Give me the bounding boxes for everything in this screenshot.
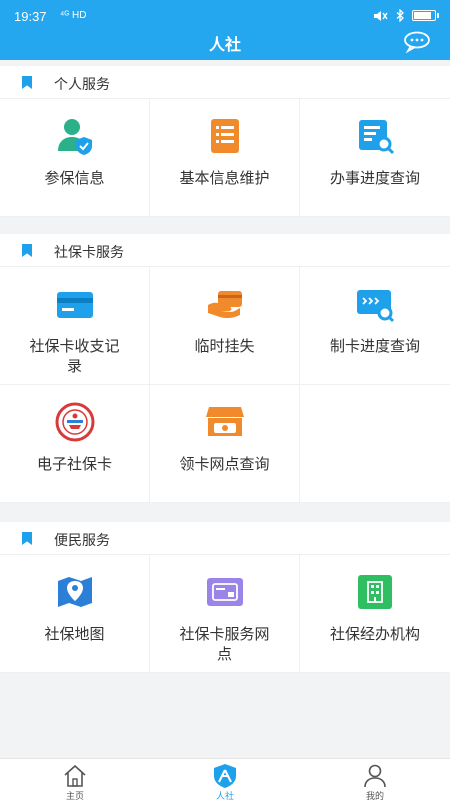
grid-item-label: 社保经办机构 — [329, 626, 420, 643]
section-personal-services: 个人服务 参保信息 基本信息维护 办事进度查询 — [0, 66, 450, 217]
top-bar: 19:37 ⁴ᴳ HD 人社 — [0, 0, 450, 60]
tab-home[interactable]: 主页 — [0, 759, 150, 800]
document-list-icon — [210, 119, 239, 153]
person-shield-icon — [57, 119, 92, 155]
grid-item-pickup-points[interactable]: 领卡网点查询 — [150, 385, 300, 503]
section-header: 社保卡服务 — [0, 234, 450, 267]
people-icon — [214, 764, 236, 788]
grid-item-label: 临时挂失 — [194, 338, 255, 355]
tab-label: 人社 — [215, 792, 234, 800]
user-icon — [364, 764, 386, 788]
grid-item-e-card[interactable]: 电子社保卡 — [0, 385, 150, 503]
card-hand-icon — [207, 291, 242, 319]
status-bar: 19:37 ⁴ᴳ HD — [0, 0, 450, 30]
bookmark-icon — [22, 76, 32, 89]
grid-item-label: 制卡进度查询 — [329, 338, 420, 355]
section-header: 个人服务 — [0, 66, 450, 99]
section-convenience-services: 便民服务 社保地图 社保卡服务网点 社保经办机构 — [0, 522, 450, 673]
tab-label: 主页 — [65, 792, 84, 800]
grid-item-map[interactable]: 社保地图 — [0, 555, 150, 673]
section-title: 便民服务 — [54, 532, 110, 548]
page-title: 人社 — [208, 37, 241, 54]
grid-item-agency[interactable]: 社保经办机构 — [300, 555, 450, 673]
status-icons — [372, 9, 439, 22]
bottom-tab-bar: 主页 人社 我的 — [0, 758, 450, 800]
tab-renshe[interactable]: 人社 — [150, 759, 300, 800]
grid-item-card-progress[interactable]: 制卡进度查询 — [300, 267, 450, 385]
grid-item-basic-info[interactable]: 基本信息维护 — [150, 99, 300, 217]
grid-item-label: 社保卡收支记录 — [29, 338, 120, 375]
status-time: 19:37 — [14, 9, 47, 24]
network-indicator: ⁴ᴳ HD — [60, 10, 87, 21]
grid-item-empty — [300, 385, 450, 503]
grid-item-insurance-info[interactable]: 参保信息 — [0, 99, 150, 217]
section-title: 社保卡服务 — [54, 244, 124, 260]
grid-item-report-loss[interactable]: 临时挂失 — [150, 267, 300, 385]
card-icon — [56, 292, 93, 318]
grid-item-progress-query[interactable]: 办事进度查询 — [300, 99, 450, 217]
card-search-icon — [357, 290, 395, 323]
search-document-icon — [359, 120, 395, 155]
battery-icon — [412, 10, 439, 21]
section-header: 便民服务 — [0, 522, 450, 555]
grid-item-label: 社保地图 — [44, 626, 105, 643]
grid-item-label: 办事进度查询 — [329, 170, 420, 187]
home-icon — [64, 764, 86, 787]
mute-icon — [374, 10, 388, 21]
bookmark-icon — [22, 244, 32, 257]
store-icon — [205, 407, 244, 436]
grid-item-label: 参保信息 — [44, 170, 105, 187]
grid-item-label: 领卡网点查询 — [179, 456, 270, 473]
building-icon — [358, 575, 392, 609]
chat-icon[interactable] — [402, 31, 432, 53]
grid-item-label: 基本信息维护 — [179, 170, 270, 187]
section-card-services: 社保卡服务 社保卡收支记录 临时挂失 制卡进度查询 电子社保卡 领卡网点查询 — [0, 234, 450, 503]
grid-item-label: 电子社保卡 — [36, 456, 112, 473]
bookmark-icon — [22, 532, 32, 545]
grid-item-label: 社保卡服务网点 — [179, 626, 270, 663]
grid-item-card-service-points[interactable]: 社保卡服务网点 — [150, 555, 300, 673]
card-service-icon — [206, 578, 243, 606]
bluetooth-icon — [396, 9, 404, 22]
tab-mine[interactable]: 我的 — [300, 759, 450, 800]
map-pin-icon — [57, 577, 92, 607]
emblem-icon — [55, 402, 94, 442]
tab-label: 我的 — [365, 792, 384, 800]
grid-item-card-records[interactable]: 社保卡收支记录 — [0, 267, 150, 385]
section-title: 个人服务 — [54, 76, 110, 92]
